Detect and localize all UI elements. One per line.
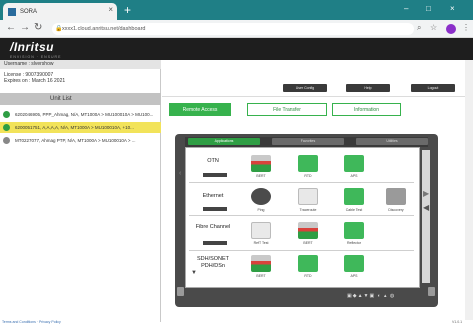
row-divider: [189, 215, 414, 216]
logout-button[interactable]: Logout: [411, 84, 455, 92]
tab-title: SORA: [20, 8, 38, 15]
category-otn: OTN: [207, 158, 219, 164]
app-label: BERT: [256, 274, 266, 278]
unit-label: 6200051751, A,A,A,A, N/A, MT1000A > MU10…: [15, 125, 134, 130]
device-left-softkey[interactable]: [177, 287, 184, 296]
app-label: BERT: [256, 174, 266, 178]
row-divider: [189, 182, 414, 183]
unit-label: MT0227077, Ahmag PTP, N/A, MT1000A > MU1…: [15, 138, 136, 143]
star-icon[interactable]: ☆: [430, 23, 437, 32]
forward-icon[interactable]: →: [20, 22, 30, 34]
app-label: Cable Test: [345, 208, 363, 212]
app-label: RefT Test: [253, 241, 269, 245]
refttest-icon[interactable]: [251, 222, 271, 239]
fc-bert-icon[interactable]: [298, 222, 318, 239]
otn-rtd-icon[interactable]: [298, 155, 318, 172]
license-expiry: Expires on : March 16 2021: [4, 78, 66, 84]
browser-tab[interactable]: SORA ×: [3, 3, 117, 20]
divider: [162, 96, 473, 97]
category-ethernet-image: [203, 207, 227, 211]
window-close-icon[interactable]: ×: [450, 4, 455, 13]
footer-links[interactable]: Terms and Conditions · Privacy Policy: [2, 320, 61, 324]
discovery-icon[interactable]: [386, 188, 406, 205]
maximize-icon[interactable]: □: [426, 4, 431, 13]
status-dot-icon: [3, 137, 10, 144]
cable-test-icon[interactable]: [344, 188, 364, 205]
ping-icon[interactable]: [251, 188, 271, 205]
category-fibre-image: [203, 241, 227, 245]
status-dot-icon: [3, 124, 10, 131]
tab-favorites[interactable]: Favorites: [272, 138, 344, 145]
app-label: Traceroute: [299, 208, 317, 212]
device-scrollbar[interactable]: [422, 150, 430, 283]
sdh-bert-icon[interactable]: [251, 255, 271, 272]
unit-row[interactable]: MT0227077, Ahmag PTP, N/A, MT1000A > MU1…: [0, 135, 161, 146]
unit-row[interactable]: 6202046905, PPP_Ahmag, N/A, MT1000A > MU…: [0, 109, 161, 120]
collapse-arrow-icon[interactable]: ‹: [179, 170, 181, 177]
file-transfer-button[interactable]: File Transfer: [247, 103, 327, 116]
otn-bert-icon[interactable]: [251, 155, 271, 172]
help-button[interactable]: Help: [346, 84, 390, 92]
category-ethernet: Ethernet: [202, 193, 224, 199]
traceroute-icon[interactable]: [298, 188, 318, 205]
new-tab-button[interactable]: +: [124, 4, 131, 16]
tab-applications[interactable]: Applications: [188, 138, 260, 145]
app-label: APS: [350, 174, 358, 178]
app-label: RTD: [304, 274, 312, 278]
unit-list-header: Unit List: [0, 93, 161, 105]
status-dot-icon: [3, 111, 10, 118]
url-text: xxxx1.cloud.anritsu.net/dashboard: [62, 26, 146, 32]
search-icon[interactable]: ⌕: [417, 23, 421, 33]
app-label: Reflector: [346, 241, 361, 245]
otn-aps-icon[interactable]: [344, 155, 364, 172]
sdh-rtd-icon[interactable]: [298, 255, 318, 272]
version-text: V1.0.1: [452, 320, 463, 324]
lock-icon: 🔒: [55, 26, 63, 32]
sdh-aps-icon[interactable]: [344, 255, 364, 272]
tab-utilities[interactable]: Utilities: [356, 138, 428, 145]
logo-tagline: ENVISION · ENSURE: [10, 55, 62, 59]
tab-close-icon[interactable]: ×: [108, 5, 113, 14]
back-icon[interactable]: ←: [6, 22, 16, 34]
app-label: APS: [350, 274, 358, 278]
scroll-down-arrow-icon[interactable]: ▼: [191, 270, 197, 276]
next-arrow-icon[interactable]: ▶: [423, 189, 429, 198]
category-sdh-sonet: SDH/SONET PDH/DSn: [196, 256, 230, 269]
reload-icon[interactable]: ↻: [34, 22, 42, 34]
app-label: Ping: [257, 208, 265, 212]
app-label: BERT: [303, 241, 313, 245]
remote-access-button[interactable]: Remote Access: [169, 103, 231, 116]
username-bar: Username : slvershow: [0, 60, 161, 69]
anritsu-logo: /Inritsu: [10, 40, 55, 54]
unit-label: 6202046905, PPP_Ahmag, N/A, MT1000A > MU…: [15, 112, 154, 117]
device-status-icons: ▣◆▲▼▣ ◐ ▴ ◍: [347, 293, 396, 299]
app-label: RTD: [304, 174, 312, 178]
row-divider: [189, 250, 414, 251]
profile-avatar[interactable]: [446, 24, 456, 34]
minimize-icon[interactable]: –: [404, 4, 408, 13]
menu-icon[interactable]: ⋮: [462, 23, 470, 32]
information-button[interactable]: Information: [332, 103, 401, 116]
category-fibre-channel: Fibre Channel: [195, 224, 231, 230]
page-scrollbar[interactable]: [465, 60, 473, 320]
category-otn-image: [203, 173, 227, 177]
favicon-icon: [8, 7, 16, 16]
address-bar[interactable]: 🔒 xxxx1.cloud.anritsu.net/dashboard: [52, 23, 414, 35]
device-right-softkey[interactable]: [428, 287, 435, 296]
app-header: [0, 38, 473, 60]
reflector-icon[interactable]: [344, 222, 364, 239]
unit-row-selected[interactable]: 6200051751, A,A,A,A, N/A, MT1000A > MU10…: [0, 122, 161, 133]
app-label: Discovery: [388, 208, 404, 212]
license-info: License : 9007390007 Expires on : March …: [4, 72, 65, 84]
user-config-button[interactable]: User Config: [283, 84, 327, 92]
prev-arrow-icon[interactable]: ◀: [423, 203, 429, 212]
